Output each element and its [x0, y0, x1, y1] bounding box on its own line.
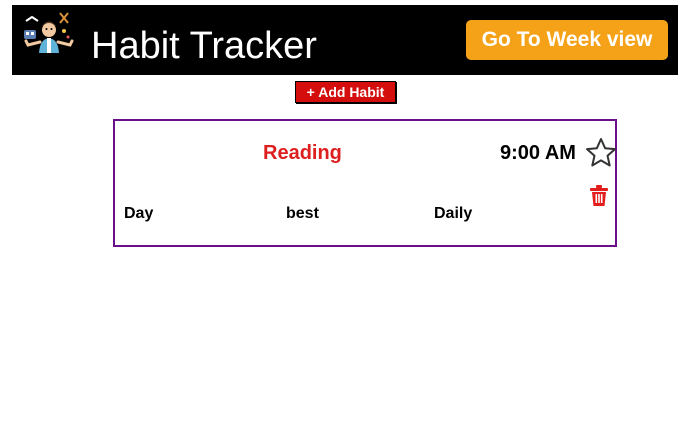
habit-frequency-type: Day [124, 205, 154, 222]
habit-note: best [286, 205, 319, 222]
app-title: Habit Tracker [91, 25, 317, 67]
habit-frequency: Daily [434, 205, 473, 222]
habit-name: Reading [263, 142, 342, 164]
app-header: Habit Tracker Go To Week view [12, 5, 678, 75]
go-to-week-view-button[interactable]: Go To Week view [466, 20, 668, 60]
habit-card: Reading 9:00 AM Day best Daily [113, 119, 617, 247]
habit-time: 9:00 AM [500, 142, 576, 164]
trash-icon[interactable] [589, 185, 609, 207]
star-icon[interactable] [585, 137, 617, 169]
add-habit-button[interactable]: + Add Habit [295, 81, 396, 103]
person-juggling-icon [22, 11, 74, 65]
